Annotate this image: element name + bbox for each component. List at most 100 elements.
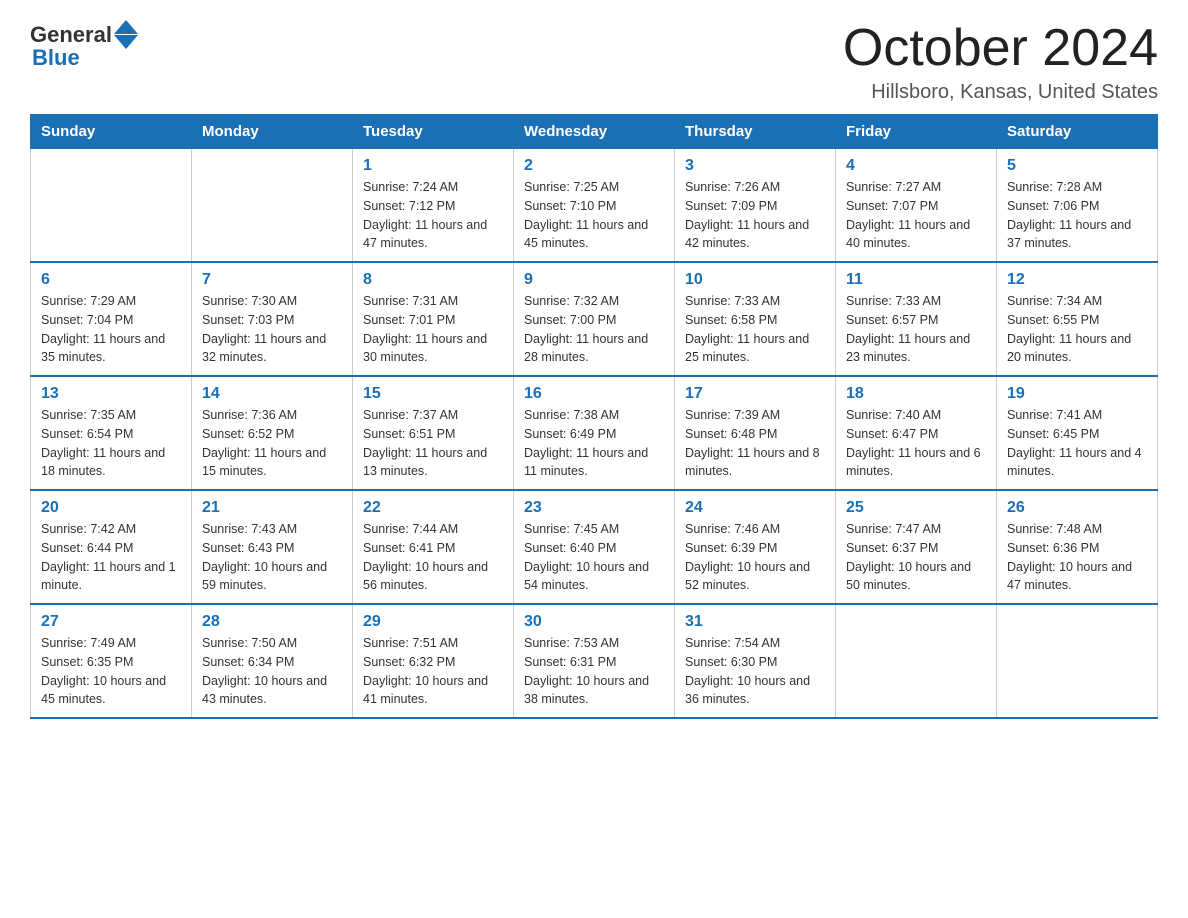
day-number: 28 [202,613,342,631]
sun-info: Sunrise: 7:53 AMSunset: 6:31 PMDaylight:… [524,634,664,709]
logo-text-blue: Blue [30,45,80,71]
calendar-cell: 3 Sunrise: 7:26 AMSunset: 7:09 PMDaylight… [675,149,836,263]
weekday-header-wednesday: Wednesday [514,115,675,149]
sun-info: Sunrise: 7:28 AMSunset: 7:06 PMDaylight:… [1007,178,1147,253]
sun-info: Sunrise: 7:42 AMSunset: 6:44 PMDaylight:… [41,520,181,595]
sun-info: Sunrise: 7:41 AMSunset: 6:45 PMDaylight:… [1007,406,1147,481]
day-number: 19 [1007,385,1147,403]
logo-text-general: General [30,22,112,48]
calendar-cell: 23Sunrise: 7:45 AMSunset: 6:40 PMDayligh… [514,490,675,604]
calendar-cell: 15 Sunrise: 7:37 AMSunset: 6:51 PMDayligh… [353,376,514,490]
calendar-cell: 14Sunrise: 7:36 AMSunset: 6:52 PMDayligh… [192,376,353,490]
day-number: 10 [685,271,825,289]
day-number: 18 [846,385,986,403]
sun-info: Sunrise: 7:34 AMSunset: 6:55 PMDaylight:… [1007,292,1147,367]
day-number: 9 [524,271,664,289]
day-number: 31 [685,613,825,631]
day-number: 6 [41,271,181,289]
day-number: 3 [685,157,825,175]
day-number: 14 [202,385,342,403]
day-number: 16 [524,385,664,403]
day-number: 5 [1007,157,1147,175]
day-number: 15 [363,385,503,403]
calendar-cell: 13 Sunrise: 7:35 AMSunset: 6:54 PMDayligh… [31,376,192,490]
calendar-cell: 22 Sunrise: 7:44 AMSunset: 6:41 PMDayligh… [353,490,514,604]
sun-info: Sunrise: 7:35 AMSunset: 6:54 PMDaylight:… [41,406,181,481]
day-number: 11 [846,271,986,289]
logo: General Blue [30,20,138,71]
sun-info: Sunrise: 7:27 AMSunset: 7:07 PMDaylight:… [846,178,986,253]
sun-info: Sunrise: 7:48 AMSunset: 6:36 PMDaylight:… [1007,520,1147,595]
calendar-cell: 26 Sunrise: 7:48 AMSunset: 6:36 PMDayligh… [997,490,1158,604]
calendar-cell: 6 Sunrise: 7:29 AMSunset: 7:04 PMDaylight… [31,262,192,376]
day-number: 7 [202,271,342,289]
day-number: 27 [41,613,181,631]
calendar-cell: 30 Sunrise: 7:53 AMSunset: 6:31 PMDayligh… [514,604,675,718]
day-number: 4 [846,157,986,175]
sun-info: Sunrise: 7:32 AMSunset: 7:00 PMDaylight:… [524,292,664,367]
calendar-cell: 1 Sunrise: 7:24 AMSunset: 7:12 PMDaylight… [353,149,514,263]
sun-info: Sunrise: 7:38 AMSunset: 6:49 PMDaylight:… [524,406,664,481]
title-area: October 2024 Hillsboro, Kansas, United S… [843,20,1158,104]
sun-info: Sunrise: 7:26 AMSunset: 7:09 PMDaylight:… [685,178,825,253]
weekday-header-saturday: Saturday [997,115,1158,149]
calendar-cell: 31 Sunrise: 7:54 AMSunset: 6:30 PMDayligh… [675,604,836,718]
calendar-cell: 5 Sunrise: 7:28 AMSunset: 7:06 PMDaylight… [997,149,1158,263]
day-number: 21 [202,499,342,517]
sun-info: Sunrise: 7:37 AMSunset: 6:51 PMDaylight:… [363,406,503,481]
calendar-cell [836,604,997,718]
calendar-cell: 20 Sunrise: 7:42 AMSunset: 6:44 PMDayligh… [31,490,192,604]
day-number: 22 [363,499,503,517]
day-number: 23 [524,499,664,517]
calendar-cell: 29Sunrise: 7:51 AMSunset: 6:32 PMDayligh… [353,604,514,718]
day-number: 1 [363,157,503,175]
day-number: 20 [41,499,181,517]
sun-info: Sunrise: 7:49 AMSunset: 6:35 PMDaylight:… [41,634,181,709]
calendar-cell [997,604,1158,718]
sun-info: Sunrise: 7:50 AMSunset: 6:34 PMDaylight:… [202,634,342,709]
weekday-header-tuesday: Tuesday [353,115,514,149]
calendar-cell: 28 Sunrise: 7:50 AMSunset: 6:34 PMDayligh… [192,604,353,718]
sun-info: Sunrise: 7:24 AMSunset: 7:12 PMDaylight:… [363,178,503,253]
calendar-cell: 9 Sunrise: 7:32 AMSunset: 7:00 PMDaylight… [514,262,675,376]
day-number: 24 [685,499,825,517]
day-number: 26 [1007,499,1147,517]
sun-info: Sunrise: 7:40 AMSunset: 6:47 PMDaylight:… [846,406,986,481]
sun-info: Sunrise: 7:39 AMSunset: 6:48 PMDaylight:… [685,406,825,481]
sun-info: Sunrise: 7:43 AMSunset: 6:43 PMDaylight:… [202,520,342,595]
calendar-cell: 21 Sunrise: 7:43 AMSunset: 6:43 PMDayligh… [192,490,353,604]
calendar-cell: 24 Sunrise: 7:46 AMSunset: 6:39 PMDayligh… [675,490,836,604]
sun-info: Sunrise: 7:54 AMSunset: 6:30 PMDaylight:… [685,634,825,709]
calendar-cell: 2Sunrise: 7:25 AMSunset: 7:10 PMDaylight… [514,149,675,263]
sun-info: Sunrise: 7:31 AMSunset: 7:01 PMDaylight:… [363,292,503,367]
day-number: 29 [363,613,503,631]
weekday-header-sunday: Sunday [31,115,192,149]
weekday-header-friday: Friday [836,115,997,149]
day-number: 17 [685,385,825,403]
calendar-cell: 17 Sunrise: 7:39 AMSunset: 6:48 PMDayligh… [675,376,836,490]
page-header: General Blue October 2024 Hillsboro, Kan… [30,20,1158,104]
sun-info: Sunrise: 7:30 AMSunset: 7:03 PMDaylight:… [202,292,342,367]
calendar-cell: 4 Sunrise: 7:27 AMSunset: 7:07 PMDaylight… [836,149,997,263]
calendar-cell: 10 Sunrise: 7:33 AMSunset: 6:58 PMDayligh… [675,262,836,376]
sun-info: Sunrise: 7:44 AMSunset: 6:41 PMDaylight:… [363,520,503,595]
day-number: 12 [1007,271,1147,289]
day-number: 13 [41,385,181,403]
calendar-cell: 18 Sunrise: 7:40 AMSunset: 6:47 PMDayligh… [836,376,997,490]
day-number: 8 [363,271,503,289]
location-title: Hillsboro, Kansas, United States [843,81,1158,104]
sun-info: Sunrise: 7:46 AMSunset: 6:39 PMDaylight:… [685,520,825,595]
sun-info: Sunrise: 7:33 AMSunset: 6:58 PMDaylight:… [685,292,825,367]
sun-info: Sunrise: 7:47 AMSunset: 6:37 PMDaylight:… [846,520,986,595]
sun-info: Sunrise: 7:29 AMSunset: 7:04 PMDaylight:… [41,292,181,367]
calendar-table: SundayMondayTuesdayWednesdayThursdayFrid… [30,114,1158,719]
calendar-cell: 7 Sunrise: 7:30 AMSunset: 7:03 PMDaylight… [192,262,353,376]
day-number: 30 [524,613,664,631]
weekday-header-thursday: Thursday [675,115,836,149]
weekday-header-monday: Monday [192,115,353,149]
calendar-cell: 27 Sunrise: 7:49 AMSunset: 6:35 PMDayligh… [31,604,192,718]
calendar-cell: 8 Sunrise: 7:31 AMSunset: 7:01 PMDaylight… [353,262,514,376]
calendar-cell: 16 Sunrise: 7:38 AMSunset: 6:49 PMDayligh… [514,376,675,490]
calendar-cell: 11 Sunrise: 7:33 AMSunset: 6:57 PMDayligh… [836,262,997,376]
sun-info: Sunrise: 7:33 AMSunset: 6:57 PMDaylight:… [846,292,986,367]
